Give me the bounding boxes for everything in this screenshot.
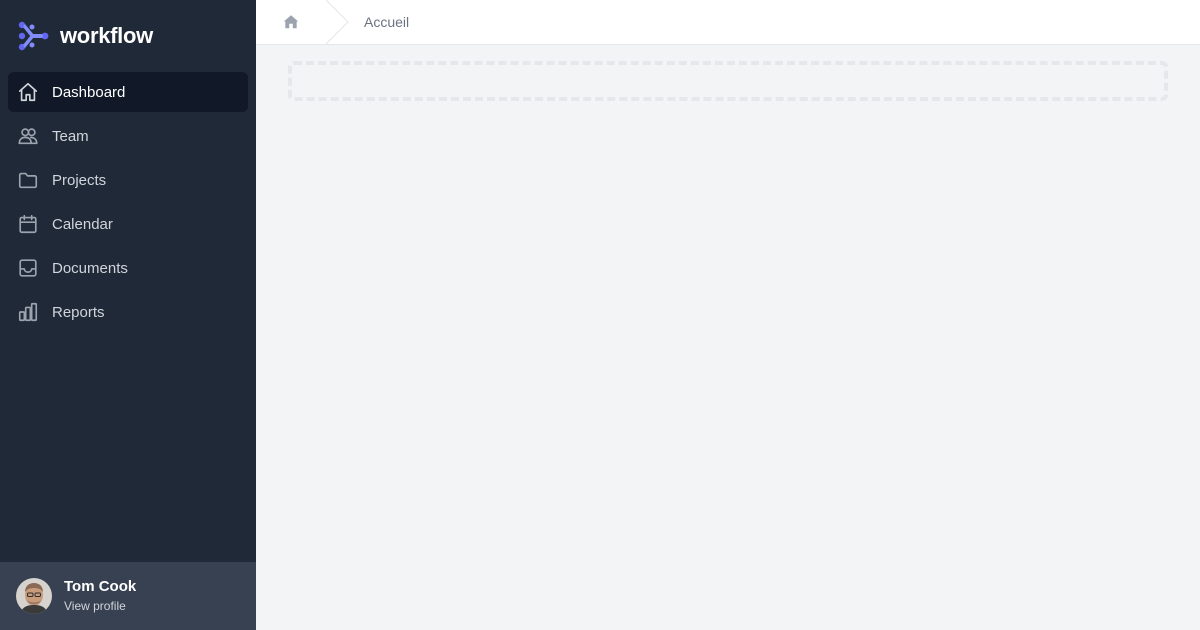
breadcrumb: Accueil bbox=[256, 0, 1200, 45]
sidebar-item-label: Team bbox=[52, 127, 89, 145]
sidebar: workflow Dashboard Team Projects Calenda… bbox=[0, 0, 256, 630]
avatar bbox=[16, 578, 52, 614]
breadcrumb-current[interactable]: Accueil bbox=[364, 14, 409, 30]
sidebar-item-calendar[interactable]: Calendar bbox=[8, 204, 248, 244]
sidebar-nav: Dashboard Team Projects Calendar Documen… bbox=[0, 72, 256, 336]
home-solid-icon bbox=[283, 15, 299, 29]
breadcrumb-separator bbox=[326, 0, 349, 44]
chart-bar-icon bbox=[16, 300, 40, 324]
workflow-logo-icon bbox=[16, 18, 52, 54]
breadcrumb-home[interactable] bbox=[256, 0, 326, 44]
sidebar-item-label: Calendar bbox=[52, 215, 113, 233]
profile-name: Tom Cook bbox=[64, 578, 137, 595]
view-profile-link[interactable]: View profile bbox=[64, 598, 136, 614]
sidebar-item-label: Documents bbox=[52, 259, 128, 277]
sidebar-item-label: Dashboard bbox=[52, 83, 126, 101]
brand-name: workflow bbox=[60, 23, 153, 48]
sidebar-item-dashboard[interactable]: Dashboard bbox=[8, 72, 248, 112]
brand[interactable]: workflow bbox=[0, 0, 256, 72]
sidebar-item-label: Reports bbox=[52, 303, 105, 321]
main-content bbox=[256, 45, 1200, 630]
sidebar-item-team[interactable]: Team bbox=[8, 116, 248, 156]
inbox-icon bbox=[16, 256, 40, 280]
content-placeholder bbox=[288, 61, 1168, 101]
users-icon bbox=[16, 124, 40, 148]
sidebar-item-documents[interactable]: Documents bbox=[8, 248, 248, 288]
home-icon bbox=[16, 80, 40, 104]
sidebar-item-label: Projects bbox=[52, 171, 107, 189]
calendar-icon bbox=[16, 212, 40, 236]
user-profile[interactable]: Tom Cook View profile bbox=[0, 562, 256, 630]
sidebar-item-projects[interactable]: Projects bbox=[8, 160, 248, 200]
sidebar-item-reports[interactable]: Reports bbox=[8, 292, 248, 332]
folder-icon bbox=[16, 168, 40, 192]
